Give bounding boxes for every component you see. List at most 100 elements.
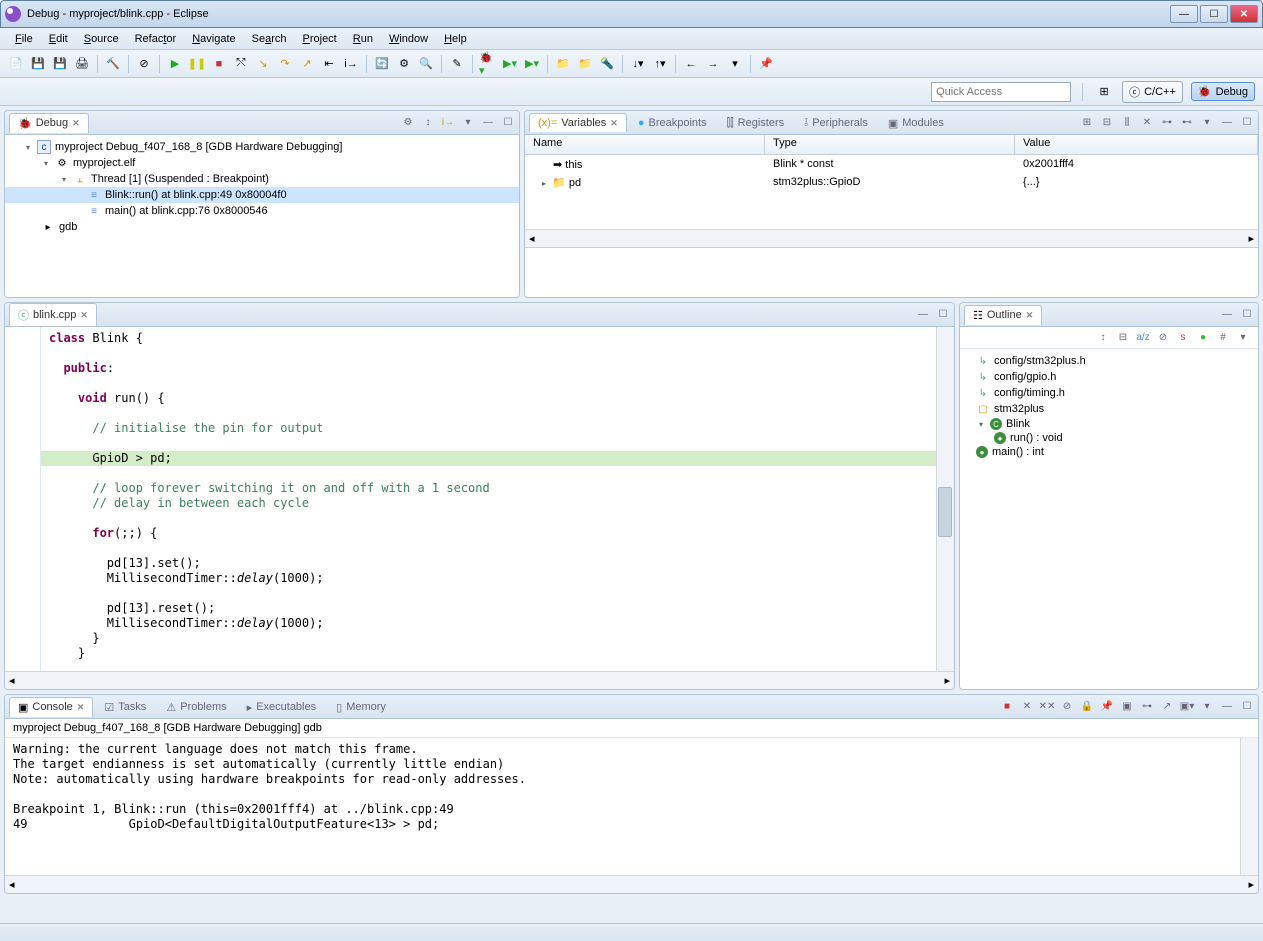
menu-icon[interactable]: ▾	[1200, 116, 1214, 130]
editor-gutter[interactable]	[5, 327, 41, 671]
tree-frame[interactable]: ≡ main() at blink.cpp:76 0x8000546	[5, 203, 519, 219]
remove-all-icon[interactable]: ✕✕	[1040, 700, 1054, 714]
tab-debug[interactable]: 🐞 Debug ✕	[9, 113, 89, 133]
close-tab-icon[interactable]: ✕	[77, 702, 85, 713]
tree-gdb[interactable]: ▸ gdb	[5, 219, 519, 235]
maximize-icon[interactable]: ☐	[1240, 308, 1254, 322]
tool-icon[interactable]: ⊷	[1180, 116, 1194, 130]
outline-item[interactable]: ●main() : int	[960, 445, 1258, 459]
tool-icon[interactable]: ✕	[1140, 116, 1154, 130]
build-button[interactable]: 🔨	[103, 54, 123, 74]
minimize-button[interactable]: —	[1170, 5, 1198, 23]
close-tab-icon[interactable]: ✕	[80, 310, 88, 321]
suspend-button[interactable]: ❚❚	[187, 54, 207, 74]
restart-button[interactable]: 🔄	[372, 54, 392, 74]
tab-problems[interactable]: ⚠Problems	[157, 697, 235, 717]
tool-icon[interactable]: ↕	[421, 116, 435, 130]
instruction-step-button[interactable]: i→	[341, 54, 361, 74]
hide-icon[interactable]: ⊘	[1156, 331, 1170, 345]
ext-tools-dropdown[interactable]: ▶▾	[522, 54, 542, 74]
new-button[interactable]: 📄	[6, 54, 26, 74]
search-button[interactable]: 🔦	[597, 54, 617, 74]
tool-icon[interactable]: ⊶	[1160, 116, 1174, 130]
menu-icon[interactable]: ▾	[461, 116, 475, 130]
horizontal-scrollbar[interactable]: ◂▸	[5, 875, 1258, 893]
vertical-scrollbar[interactable]	[1240, 738, 1258, 875]
clear-icon[interactable]: ⊘	[1060, 700, 1074, 714]
outline-item[interactable]: ↳config/stm32plus.h	[960, 353, 1258, 369]
prev-annotation-button[interactable]: ↑▾	[650, 54, 670, 74]
tab-registers[interactable]: ⫿⫿ Registers	[718, 113, 794, 133]
close-tab-icon[interactable]: ✕	[1026, 310, 1034, 321]
outline-item[interactable]: ↳config/timing.h	[960, 385, 1258, 401]
menu-navigate[interactable]: Navigate	[185, 31, 242, 47]
tool-icon[interactable]: i→	[441, 116, 455, 130]
step-into-button[interactable]: ↘	[253, 54, 273, 74]
forward-button[interactable]: →	[703, 54, 723, 74]
step-return-button[interactable]: ↗	[297, 54, 317, 74]
vertical-scrollbar[interactable]	[936, 327, 954, 671]
back-button[interactable]: ←	[681, 54, 701, 74]
sort-icon[interactable]: ↕	[1096, 331, 1110, 345]
menu-project[interactable]: Project	[296, 31, 344, 47]
nav-dropdown[interactable]: ▾	[725, 54, 745, 74]
step-over-button[interactable]: ↷	[275, 54, 295, 74]
menu-icon[interactable]: ▾	[1200, 700, 1214, 714]
open-type-button[interactable]: 📁	[553, 54, 573, 74]
menu-help[interactable]: Help	[437, 31, 474, 47]
terminate-icon[interactable]: ■	[1000, 700, 1014, 714]
variable-row[interactable]: ▸ 📁 pd stm32plus::GpioD {...}	[525, 173, 1258, 191]
az-icon[interactable]: a/z	[1136, 331, 1150, 345]
menu-file[interactable]: File	[8, 31, 40, 47]
expander-icon[interactable]: ▾	[23, 142, 33, 152]
horizontal-scrollbar[interactable]: ◂▸	[525, 229, 1258, 247]
disconnect-button[interactable]: ⤲	[231, 54, 251, 74]
tab-peripherals[interactable]: ⫱ Peripherals	[795, 113, 877, 133]
tree-frame[interactable]: ≡ Blink::run() at blink.cpp:49 0x80004f0	[5, 187, 519, 203]
open-element-button[interactable]: 📁	[575, 54, 595, 74]
tree-launch[interactable]: ▾ c myproject Debug_f407_168_8 [GDB Hard…	[5, 139, 519, 155]
save-all-button[interactable]: 💾	[50, 54, 70, 74]
code-editor[interactable]: class Blink { public: void run() { // in…	[5, 327, 954, 671]
tool-icon[interactable]: ⫼	[1120, 116, 1134, 130]
maximize-icon[interactable]: ☐	[501, 116, 515, 130]
menu-window[interactable]: Window	[382, 31, 435, 47]
menu-refactor[interactable]: Refactor	[128, 31, 184, 47]
skip-breakpoints-button[interactable]: ⊘	[134, 54, 154, 74]
debug-dropdown[interactable]: 🐞▾	[478, 54, 498, 74]
horizontal-scrollbar[interactable]: ◂▸	[5, 671, 954, 689]
maximize-icon[interactable]: ☐	[1240, 700, 1254, 714]
expander-icon[interactable]: ▾	[59, 174, 69, 184]
tab-memory[interactable]: ▯Memory	[327, 697, 395, 717]
tab-variables[interactable]: (x)= Variables ✕	[529, 113, 627, 132]
tab-breakpoints[interactable]: ● Breakpoints	[629, 113, 716, 132]
quick-access-input[interactable]	[931, 82, 1071, 102]
menu-run[interactable]: Run	[346, 31, 380, 47]
display-icon[interactable]: ▣	[1120, 700, 1134, 714]
tab-console[interactable]: ▣ Console ✕	[9, 697, 93, 717]
pin-icon[interactable]: 📌	[1100, 700, 1114, 714]
tool-icon[interactable]: ⊞	[1080, 116, 1094, 130]
resume-button[interactable]: ▶	[165, 54, 185, 74]
close-tab-icon[interactable]: ✕	[72, 118, 80, 129]
lock-icon[interactable]: 🔒	[1080, 700, 1094, 714]
tab-executables[interactable]: ▸Executables	[238, 697, 325, 717]
minimize-icon[interactable]: —	[1220, 700, 1234, 714]
tab-editor-file[interactable]: ⓒ blink.cpp ✕	[9, 303, 97, 326]
next-annotation-button[interactable]: ↓▾	[628, 54, 648, 74]
maximize-icon[interactable]: ☐	[936, 308, 950, 322]
save-button[interactable]: 💾	[28, 54, 48, 74]
tree-thread[interactable]: ▾ ⫠ Thread [1] (Suspended : Breakpoint)	[5, 171, 519, 187]
perspective-debug[interactable]: 🐞 Debug	[1191, 82, 1255, 101]
hash-icon[interactable]: #	[1216, 331, 1230, 345]
remove-icon[interactable]: ✕	[1020, 700, 1034, 714]
expander-icon[interactable]: ▾	[41, 158, 51, 168]
menu-source[interactable]: Source	[77, 31, 126, 47]
pin-button[interactable]: 📌	[756, 54, 776, 74]
outline-item[interactable]: ↳config/gpio.h	[960, 369, 1258, 385]
outline-item[interactable]: ▢stm32plus	[960, 401, 1258, 417]
tool-button[interactable]: ⚙	[394, 54, 414, 74]
close-tab-icon[interactable]: ✕	[610, 118, 618, 129]
maximize-button[interactable]: ☐	[1200, 5, 1228, 23]
outline-item[interactable]: ▾CBlink	[960, 417, 1258, 431]
